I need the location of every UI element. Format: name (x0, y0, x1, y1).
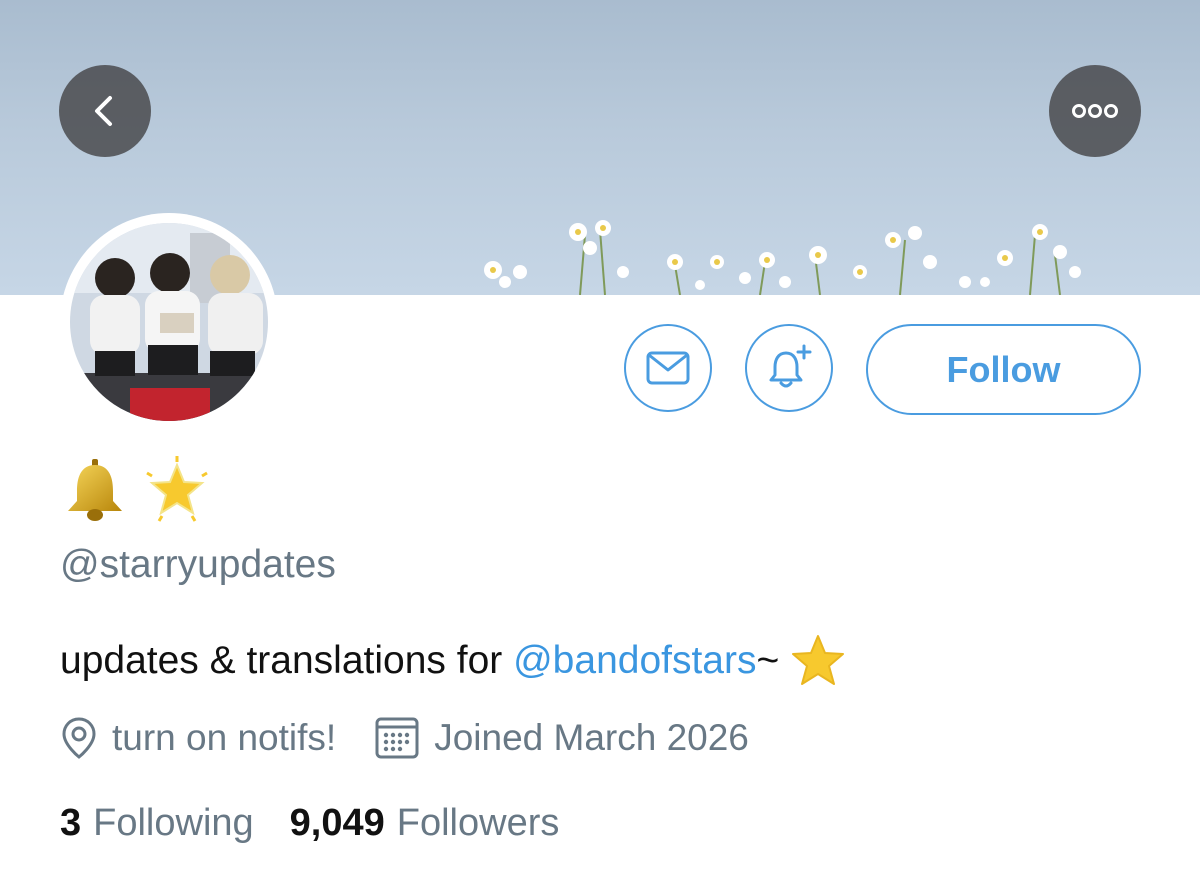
following-label: Following (93, 802, 254, 844)
back-button[interactable] (59, 65, 151, 157)
display-name (60, 455, 212, 525)
bio-suffix: ~ (756, 639, 780, 682)
bell-emoji (68, 459, 122, 521)
profile-bio: updates & translations for @bandofstars … (60, 632, 847, 690)
more-horizontal-icon (1072, 104, 1118, 118)
following-link[interactable]: 3 Following (60, 802, 254, 845)
joined-text: Joined March 2026 (434, 717, 749, 758)
mail-icon (646, 351, 690, 385)
glowing-star-emoji (146, 456, 208, 522)
bio-text: updates & translations for (60, 639, 514, 682)
profile-avatar[interactable] (60, 213, 278, 431)
location-item: turn on notifs! (60, 716, 336, 760)
following-count: 3 (60, 802, 82, 844)
more-options-button[interactable] (1049, 65, 1141, 157)
followers-count: 9,049 (289, 802, 385, 844)
avatar-photo (70, 223, 268, 421)
calendar-icon (375, 717, 419, 759)
followers-label: Followers (396, 802, 560, 844)
joined-item: Joined March 2026 (374, 715, 749, 761)
message-button[interactable] (624, 324, 712, 412)
follow-button[interactable]: Follow (866, 324, 1141, 415)
notifications-button[interactable] (745, 324, 833, 412)
bell-plus-icon (769, 344, 812, 388)
bio-mention-link[interactable]: @bandofstars (513, 639, 756, 683)
profile-meta: turn on notifs! Joined March 2026 (60, 713, 749, 763)
location-pin-icon (62, 717, 96, 759)
location-text: turn on notifs! (112, 717, 337, 758)
star-emoji (792, 635, 845, 685)
chevron-left-icon (95, 96, 112, 126)
followers-link[interactable]: 9,049 Followers (290, 802, 560, 845)
follow-counts: 3 Following 9,049 Followers (60, 802, 559, 845)
username-handle: @starryupdates (60, 543, 336, 586)
